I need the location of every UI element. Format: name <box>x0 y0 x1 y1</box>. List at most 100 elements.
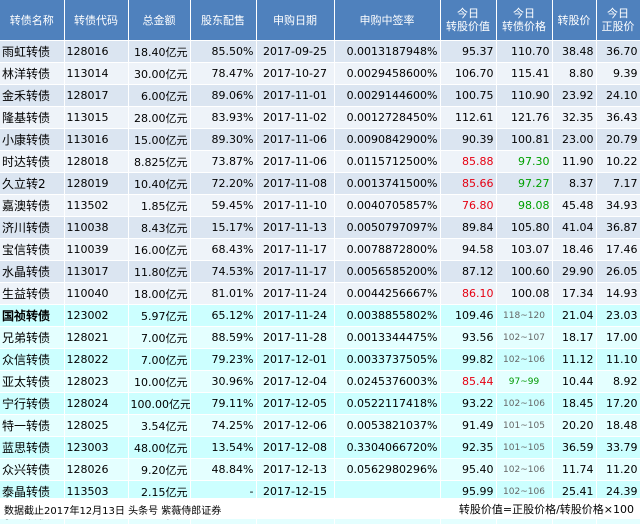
cell-stock-price: 36.87 <box>596 216 640 239</box>
cell-bond-name: 宁行转债 <box>0 392 65 415</box>
cell-conversion-value: 112.61 <box>440 106 497 129</box>
table-row: 小康转债 113016 15.00亿元 89.30% 2017-11-06 0.00908… <box>0 128 640 151</box>
cell-bond-code: 123003 <box>64 436 129 459</box>
cell-subscribe-date: 2017-11-24 <box>256 282 335 305</box>
cell-conversion-value: 85.88 <box>440 150 497 173</box>
cell-amount: 3.54亿元 <box>128 414 191 437</box>
cell-shareholder-ratio: 89.30% <box>190 128 257 151</box>
cell-bond-price: 110.70 <box>496 40 553 63</box>
cell-conversion-value: 95.37 <box>440 40 497 63</box>
header-stock-price: 今日 正股价 <box>596 0 640 41</box>
cell-conversion-value: 85.66 <box>440 172 497 195</box>
cell-bond-name: 济川转债 <box>0 216 65 239</box>
cell-bond-name: 林洋转债 <box>0 62 65 85</box>
cell-bond-code: 128019 <box>64 172 129 195</box>
cell-amount: 15.00亿元 <box>128 128 191 151</box>
table-row: 久立转2 128019 10.40亿元 72.20% 2017-11-08 0.00137… <box>0 172 640 195</box>
cell-subscribe-date: 2017-11-06 <box>256 128 335 151</box>
cell-subscribe-date: 2017-11-13 <box>256 216 335 239</box>
cell-amount: 30.00亿元 <box>128 62 191 85</box>
header-bond-name: 转债名称 <box>0 0 65 41</box>
cell-stock-price: 17.46 <box>596 238 640 261</box>
cell-bond-name: 特一转债 <box>0 414 65 437</box>
header-row: 转债名称 转债代码 总金额 股东配售 申购日期 申购中签率 今日 转股价值 今日转… <box>0 0 640 41</box>
cell-winning-rate: 0.0029144600% <box>334 84 441 107</box>
cell-conversion-value: 89.84 <box>440 216 497 239</box>
cell-bond-name: 宝信转债 <box>0 238 65 261</box>
cell-amount: 48.00亿元 <box>128 436 191 459</box>
cell-shareholder-ratio: 30.96% <box>190 370 257 393</box>
cell-conversion-price: 8.80 <box>552 62 597 85</box>
cell-winning-rate: 0.0013741500% <box>334 172 441 195</box>
cell-shareholder-ratio: 74.25% <box>190 414 257 437</box>
cell-conversion-price: 41.04 <box>552 216 597 239</box>
cell-conversion-price: 18.17 <box>552 326 597 349</box>
cell-conversion-price: 20.20 <box>552 414 597 437</box>
cell-bond-code: 128016 <box>64 40 129 63</box>
cell-conversion-price: 17.34 <box>552 282 597 305</box>
table-row: 水晶转债 113017 11.80亿元 74.53% 2017-11-17 0.00565… <box>0 260 640 283</box>
cell-bond-name: 嘉澳转债 <box>0 194 65 217</box>
cell-winning-rate: 0.0053821037% <box>334 414 441 437</box>
cell-conversion-price: 23.00 <box>552 128 597 151</box>
cell-winning-rate: 0.0078872800% <box>334 238 441 261</box>
table-body: 雨虹转债 128016 18.40亿元 85.50% 2017-09-25 0.00131… <box>0 40 640 525</box>
cell-conversion-price: 18.46 <box>552 238 597 261</box>
cell-bond-code: 128021 <box>64 326 129 349</box>
cell-winning-rate: 0.0012728450% <box>334 106 441 129</box>
table-row: 雨虹转债 128016 18.40亿元 85.50% 2017-09-25 0.00131… <box>0 40 640 63</box>
cell-bond-code: 113015 <box>64 106 129 129</box>
cell-bond-code: 128025 <box>64 414 129 437</box>
cell-stock-price: 9.39 <box>596 62 640 85</box>
cell-winning-rate: 0.0029458600% <box>334 62 441 85</box>
cell-shareholder-ratio: 65.12% <box>190 304 257 327</box>
cell-bond-name: 时达转债 <box>0 150 65 173</box>
cell-shareholder-ratio: 81.01% <box>190 282 257 305</box>
cell-bond-code: 113502 <box>64 194 129 217</box>
cell-subscribe-date: 2017-11-24 <box>256 304 335 327</box>
cell-shareholder-ratio: 78.47% <box>190 62 257 85</box>
formula-note: 转股价值=正股价格/转股价格×100 <box>458 503 634 516</box>
cell-stock-price: 26.05 <box>596 260 640 283</box>
cell-amount: 7.00亿元 <box>128 326 191 349</box>
cell-conversion-value: 95.40 <box>440 458 497 481</box>
cell-conversion-value: 93.22 <box>440 392 497 415</box>
cell-bond-code: 128017 <box>64 84 129 107</box>
cell-conversion-value: 85.44 <box>440 370 497 393</box>
cell-bond-name: 久立转2 <box>0 172 65 195</box>
cell-subscribe-date: 2017-12-01 <box>256 348 335 371</box>
cell-bond-code: 128018 <box>64 150 129 173</box>
cell-bond-name: 隆基转债 <box>0 106 65 129</box>
header-shareholder-ratio: 股东配售 <box>190 0 257 41</box>
cell-stock-price: 33.79 <box>596 436 640 459</box>
cell-conversion-value: 86.10 <box>440 282 497 305</box>
cell-conversion-price: 8.37 <box>552 172 597 195</box>
cell-bond-code: 123002 <box>64 304 129 327</box>
cell-conversion-price: 38.48 <box>552 40 597 63</box>
cell-bond-code: 110039 <box>64 238 129 261</box>
cell-shareholder-ratio: 89.06% <box>190 84 257 107</box>
cell-conversion-value: 90.39 <box>440 128 497 151</box>
table-row: 众兴转债 128026 9.20亿元 48.84% 2017-12-13 0.056298… <box>0 458 640 481</box>
cell-amount: 11.80亿元 <box>128 260 191 283</box>
cell-bond-price: 102~106 <box>496 392 553 415</box>
cell-bond-price: 102~106 <box>496 348 553 371</box>
table-row: 嘉澳转债 113502 1.85亿元 59.45% 2017-11-10 0.004070… <box>0 194 640 217</box>
cell-bond-code: 113014 <box>64 62 129 85</box>
cell-amount: 9.20亿元 <box>128 458 191 481</box>
cell-shareholder-ratio: 59.45% <box>190 194 257 217</box>
cell-bond-price: 115.41 <box>496 62 553 85</box>
cell-shareholder-ratio: 85.50% <box>190 40 257 63</box>
cell-stock-price: 20.79 <box>596 128 640 151</box>
cell-bond-price: 118~120 <box>496 304 553 327</box>
cell-subscribe-date: 2017-11-01 <box>256 84 335 107</box>
cell-bond-price: 98.08 <box>496 194 553 217</box>
table-row: 兄弟转债 128021 7.00亿元 88.59% 2017-11-28 0.001334… <box>0 326 640 349</box>
cell-shareholder-ratio: 13.54% <box>190 436 257 459</box>
cell-subscribe-date: 2017-11-10 <box>256 194 335 217</box>
cell-stock-price: 11.10 <box>596 348 640 371</box>
header-bond-price: 今日 转债价格 <box>496 0 553 41</box>
cell-amount: 7.00亿元 <box>128 348 191 371</box>
cell-stock-price: 36.70 <box>596 40 640 63</box>
cell-subscribe-date: 2017-11-28 <box>256 326 335 349</box>
